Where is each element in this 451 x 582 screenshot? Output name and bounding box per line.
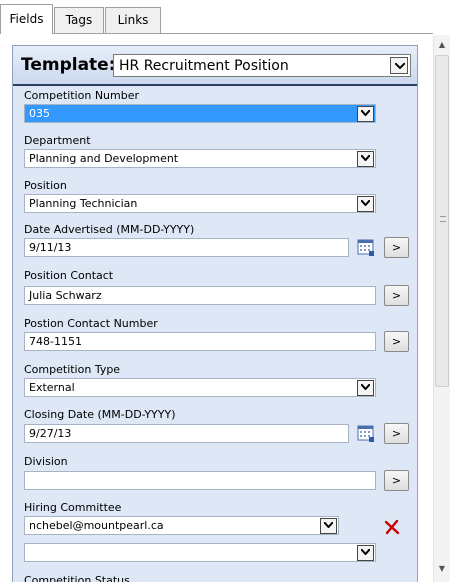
template-select[interactable]: HR Recruitment Position bbox=[113, 54, 411, 77]
hiring-committee-value: nchebel@mountpearl.ca bbox=[29, 519, 164, 532]
hiring-committee-dropdown-button-2[interactable] bbox=[357, 545, 374, 561]
division-go-button[interactable]: > bbox=[384, 470, 409, 491]
date-advertised-input[interactable]: 9/11/13 bbox=[24, 238, 349, 257]
position-select[interactable]: Planning Technician bbox=[24, 194, 376, 213]
tab-tags[interactable]: Tags bbox=[54, 7, 104, 33]
competition-number-select[interactable]: 035 bbox=[24, 104, 376, 123]
template-value: HR Recruitment Position bbox=[119, 58, 289, 74]
chevron-down-icon bbox=[324, 522, 333, 528]
position-label: Position bbox=[24, 179, 67, 192]
tab-divider bbox=[0, 33, 433, 34]
competition-type-dropdown-button[interactable] bbox=[357, 380, 374, 396]
hiring-committee-select[interactable]: nchebel@mountpearl.ca bbox=[24, 516, 339, 535]
scrollbar-thumb[interactable] bbox=[435, 55, 449, 387]
closing-date-input[interactable]: 9/27/13 bbox=[24, 424, 349, 443]
competition-number-label: Competition Number bbox=[24, 89, 140, 102]
department-select[interactable]: Planning and Development bbox=[24, 149, 376, 168]
hiring-committee-select-2[interactable] bbox=[24, 543, 376, 562]
department-value: Planning and Development bbox=[29, 152, 179, 165]
chevron-down-icon bbox=[361, 200, 370, 206]
fields-panel: Template: HR Recruitment Position Compet… bbox=[12, 45, 418, 582]
template-header: Template: HR Recruitment Position bbox=[13, 46, 417, 86]
position-contact-input[interactable]: Julia Schwarz bbox=[24, 286, 376, 305]
grip-icon bbox=[440, 216, 446, 222]
position-contact-label: Position Contact bbox=[24, 269, 114, 282]
chevron-down-icon bbox=[361, 384, 370, 390]
division-label: Division bbox=[24, 455, 68, 468]
competition-type-label: Competition Type bbox=[24, 363, 121, 376]
contact-number-go-button[interactable]: > bbox=[384, 331, 409, 352]
closing-date-label: Closing Date (MM-DD-YYYY) bbox=[24, 408, 176, 421]
competition-type-value: External bbox=[29, 381, 75, 394]
tab-strip: Fields Tags Links bbox=[0, 0, 451, 34]
contact-number-input[interactable]: 748-1151 bbox=[24, 332, 376, 351]
hiring-committee-dropdown-button[interactable] bbox=[320, 518, 337, 534]
department-dropdown-button[interactable] bbox=[357, 151, 374, 167]
closing-date-go-button[interactable]: > bbox=[384, 423, 409, 444]
scroll-down-icon[interactable]: ▼ bbox=[434, 561, 450, 577]
competition-number-dropdown-button[interactable] bbox=[357, 106, 374, 122]
calendar-icon[interactable] bbox=[356, 237, 376, 257]
calendar-icon[interactable] bbox=[356, 423, 376, 443]
competition-type-select[interactable]: External bbox=[24, 378, 376, 397]
division-input[interactable] bbox=[24, 471, 376, 490]
contact-number-label: Postion Contact Number bbox=[24, 317, 158, 330]
date-advertised-label: Date Advertised (MM-DD-YYYY) bbox=[24, 223, 195, 236]
chevron-down-icon bbox=[361, 155, 370, 161]
position-contact-go-button[interactable]: > bbox=[384, 285, 409, 306]
chevron-down-icon bbox=[395, 63, 405, 69]
scroll-up-icon[interactable]: ▲ bbox=[434, 37, 450, 53]
tab-fields[interactable]: Fields bbox=[0, 4, 53, 34]
template-label: Template: bbox=[21, 55, 116, 75]
template-dropdown-button[interactable] bbox=[390, 57, 408, 74]
tab-links[interactable]: Links bbox=[105, 7, 161, 33]
chevron-down-icon bbox=[361, 549, 370, 555]
competition-status-label: Competition Status bbox=[24, 574, 130, 582]
remove-x-icon[interactable] bbox=[384, 519, 400, 535]
date-advertised-go-button[interactable]: > bbox=[384, 237, 409, 258]
vertical-scrollbar[interactable]: ▲ ▼ bbox=[433, 35, 450, 582]
competition-number-value: 035 bbox=[29, 107, 50, 120]
department-label: Department bbox=[24, 134, 91, 147]
position-dropdown-button[interactable] bbox=[357, 196, 374, 212]
position-value: Planning Technician bbox=[29, 197, 138, 210]
hiring-committee-label: Hiring Committee bbox=[24, 501, 122, 514]
chevron-down-icon bbox=[361, 110, 370, 116]
